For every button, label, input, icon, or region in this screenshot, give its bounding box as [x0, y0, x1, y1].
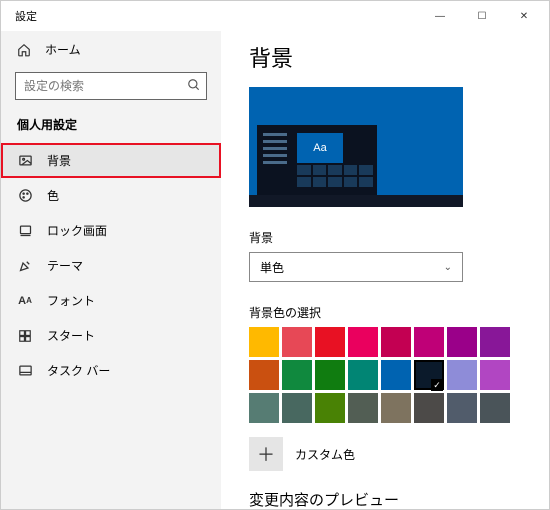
sidebar-item-taskbar[interactable]: タスク バー: [1, 353, 221, 388]
color-swatch[interactable]: [315, 393, 345, 423]
sidebar: ホーム 個人用設定 背景 色: [1, 31, 221, 509]
font-icon: AA: [17, 293, 33, 309]
color-swatch[interactable]: [480, 327, 510, 357]
color-swatch[interactable]: [315, 360, 345, 390]
sidebar-item-label: 色: [47, 187, 59, 204]
start-icon: [17, 328, 33, 344]
plus-icon: ＋: [257, 441, 275, 467]
close-button[interactable]: ✕: [503, 2, 545, 30]
color-swatch[interactable]: [282, 393, 312, 423]
search-input[interactable]: [15, 72, 207, 100]
color-swatch[interactable]: [414, 327, 444, 357]
color-swatch[interactable]: [414, 393, 444, 423]
search-icon: [187, 78, 201, 92]
palette-icon: [17, 188, 33, 204]
maximize-button[interactable]: ☐: [461, 2, 503, 30]
color-swatch[interactable]: [348, 393, 378, 423]
sidebar-item-background[interactable]: 背景: [1, 143, 221, 178]
color-swatch[interactable]: [249, 360, 279, 390]
background-mode-label: 背景: [249, 229, 529, 246]
background-mode-select[interactable]: 単色 ⌄: [249, 252, 463, 282]
color-swatch[interactable]: [249, 327, 279, 357]
color-swatch[interactable]: [282, 327, 312, 357]
theme-icon: [17, 258, 33, 274]
color-swatch[interactable]: [249, 393, 279, 423]
preview-changes-heading: 変更内容のプレビュー: [249, 489, 529, 509]
color-swatch[interactable]: [414, 360, 444, 390]
sidebar-item-color[interactable]: 色: [1, 178, 221, 213]
search-box[interactable]: [15, 72, 207, 100]
color-swatch[interactable]: [381, 393, 411, 423]
color-swatch[interactable]: [447, 327, 477, 357]
color-swatch[interactable]: [447, 360, 477, 390]
select-value: 単色: [260, 259, 284, 276]
color-swatch[interactable]: [282, 360, 312, 390]
custom-color-label: カスタム色: [295, 446, 355, 463]
taskbar-icon: [17, 363, 33, 379]
sidebar-item-start[interactable]: スタート: [1, 318, 221, 353]
color-swatch[interactable]: [447, 393, 477, 423]
sidebar-item-label: ロック画面: [47, 222, 107, 239]
color-swatch[interactable]: [381, 360, 411, 390]
home-link[interactable]: ホーム: [1, 31, 221, 68]
color-swatch[interactable]: [480, 393, 510, 423]
color-swatches: [249, 327, 510, 423]
titlebar: 設定 — ☐ ✕: [1, 1, 549, 31]
desktop-preview: Aa: [249, 87, 463, 207]
swatch-label: 背景色の選択: [249, 304, 529, 321]
sidebar-item-label: スタート: [47, 327, 95, 344]
main-content: 背景 Aa 背景 単色 ⌄ 背景色の選択 ＋ カスタム色: [221, 31, 549, 509]
color-swatch[interactable]: [480, 360, 510, 390]
section-title: 個人用設定: [1, 112, 221, 143]
lock-icon: [17, 223, 33, 239]
sidebar-item-label: 背景: [47, 152, 71, 169]
color-swatch[interactable]: [348, 327, 378, 357]
preview-sample-tile: Aa: [297, 133, 343, 163]
chevron-down-icon: ⌄: [444, 262, 452, 273]
home-icon: [17, 43, 31, 57]
sidebar-item-label: フォント: [47, 292, 95, 309]
color-swatch[interactable]: [381, 327, 411, 357]
custom-color-button[interactable]: ＋: [249, 437, 283, 471]
sidebar-item-label: タスク バー: [47, 362, 110, 379]
color-swatch[interactable]: [315, 327, 345, 357]
sidebar-item-theme[interactable]: テーマ: [1, 248, 221, 283]
color-swatch[interactable]: [348, 360, 378, 390]
sidebar-item-label: テーマ: [47, 257, 83, 274]
sidebar-item-font[interactable]: AA フォント: [1, 283, 221, 318]
picture-icon: [17, 153, 33, 169]
home-label: ホーム: [45, 41, 81, 58]
window-title: 設定: [15, 8, 419, 24]
minimize-button[interactable]: —: [419, 2, 461, 30]
sidebar-item-lockscreen[interactable]: ロック画面: [1, 213, 221, 248]
page-title: 背景: [249, 41, 529, 73]
